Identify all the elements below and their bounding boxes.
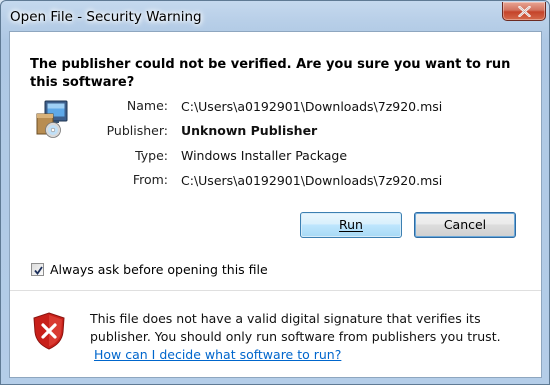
window-title: Open File - Security Warning (10, 9, 202, 25)
name-label: Name: (126, 98, 168, 113)
section-divider (10, 290, 541, 291)
warning-message: This file does not have a valid digital … (90, 310, 535, 364)
dialog-body: The publisher could not be verified. Are… (9, 31, 542, 378)
publisher-value: Unknown Publisher (181, 123, 318, 138)
close-icon (518, 6, 531, 17)
run-button-label: Run (339, 217, 363, 232)
run-button[interactable]: Run (300, 212, 402, 238)
publisher-label: Publisher: (106, 123, 168, 138)
warning-text: This file does not have a valid digital … (90, 311, 501, 344)
dialog-heading: The publisher could not be verified. Are… (30, 57, 511, 90)
always-ask-checkbox[interactable] (31, 263, 44, 276)
cancel-button-label: Cancel (443, 217, 487, 232)
cancel-button[interactable]: Cancel (414, 212, 516, 238)
from-value: C:\Users\a0192901\Downloads\7z920.msi (181, 173, 443, 188)
help-link[interactable]: How can I decide what software to run? (94, 347, 341, 362)
security-warning-window: Open File - Security Warning The publish… (0, 0, 550, 385)
always-ask-label[interactable]: Always ask before opening this file (50, 262, 268, 277)
security-shield-icon (33, 312, 65, 350)
close-button[interactable] (502, 2, 546, 21)
type-value: Windows Installer Package (181, 148, 348, 163)
type-label: Type: (135, 148, 168, 163)
from-label: From: (132, 172, 168, 187)
name-value: C:\Users\a0192901\Downloads\7z920.msi (181, 99, 443, 114)
checkmark-icon (34, 266, 43, 275)
